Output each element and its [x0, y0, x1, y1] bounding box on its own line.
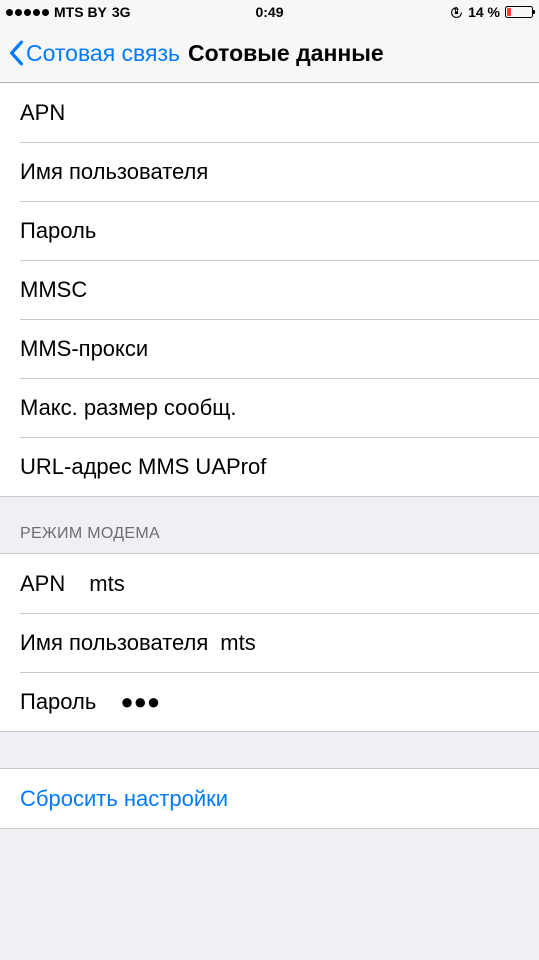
hotspot-username-value: mts — [220, 630, 255, 656]
status-right: 14 % — [450, 4, 533, 20]
apn-label: APN — [20, 100, 65, 126]
reset-settings-label: Сбросить настройки — [20, 786, 228, 812]
reset-group: Сбросить настройки — [0, 768, 539, 829]
mms-proxy-field[interactable]: MMS-прокси — [0, 319, 539, 378]
mms-uaprof-label: URL-адрес MMS UAProf — [20, 454, 266, 480]
personal-hotspot-section-header: РЕЖИМ МОДЕМА — [0, 497, 539, 553]
username-label: Имя пользователя — [20, 159, 208, 185]
battery-pct-label: 14 % — [468, 4, 500, 20]
personal-hotspot-fields-group: APN mts Имя пользователя mts Пароль ●●● — [0, 553, 539, 732]
hotspot-password-value: ●●● — [120, 689, 160, 715]
max-message-size-field[interactable]: Макс. размер сообщ. — [0, 378, 539, 437]
password-field[interactable]: Пароль — [0, 201, 539, 260]
navigation-bar: Сотовая связь Сотовые данные — [0, 24, 539, 83]
hotspot-apn-label: APN — [20, 571, 65, 597]
carrier-label: MTS BY — [54, 4, 107, 20]
apn-field[interactable]: APN — [0, 83, 539, 142]
rotation-lock-icon — [450, 6, 463, 19]
back-button[interactable]: Сотовая связь — [8, 40, 180, 67]
hotspot-password-field[interactable]: Пароль ●●● — [0, 672, 539, 731]
cellular-data-fields-group: APN Имя пользователя Пароль MMSC MMS-про… — [0, 83, 539, 497]
signal-strength-icon — [6, 9, 49, 16]
mmsc-label: MMSC — [20, 277, 87, 303]
spacer — [0, 732, 539, 768]
network-type-label: 3G — [112, 4, 131, 20]
max-message-size-label: Макс. размер сообщ. — [20, 395, 236, 421]
back-label: Сотовая связь — [26, 40, 180, 67]
page-title: Сотовые данные — [188, 40, 384, 67]
status-left: MTS BY 3G — [6, 4, 131, 20]
hotspot-apn-field[interactable]: APN mts — [0, 554, 539, 613]
chevron-left-icon — [8, 40, 24, 66]
battery-icon — [505, 6, 533, 18]
hotspot-apn-value: mts — [89, 571, 124, 597]
hotspot-username-field[interactable]: Имя пользователя mts — [0, 613, 539, 672]
username-field[interactable]: Имя пользователя — [0, 142, 539, 201]
password-label: Пароль — [20, 218, 96, 244]
reset-settings-button[interactable]: Сбросить настройки — [0, 769, 539, 828]
hotspot-username-label: Имя пользователя — [20, 630, 208, 656]
mms-proxy-label: MMS-прокси — [20, 336, 148, 362]
hotspot-password-label: Пароль — [20, 689, 96, 715]
mms-uaprof-field[interactable]: URL-адрес MMS UAProf — [0, 437, 539, 496]
mmsc-field[interactable]: MMSC — [0, 260, 539, 319]
status-bar: MTS BY 3G 0:49 14 % — [0, 0, 539, 24]
clock-label: 0:49 — [255, 4, 283, 20]
